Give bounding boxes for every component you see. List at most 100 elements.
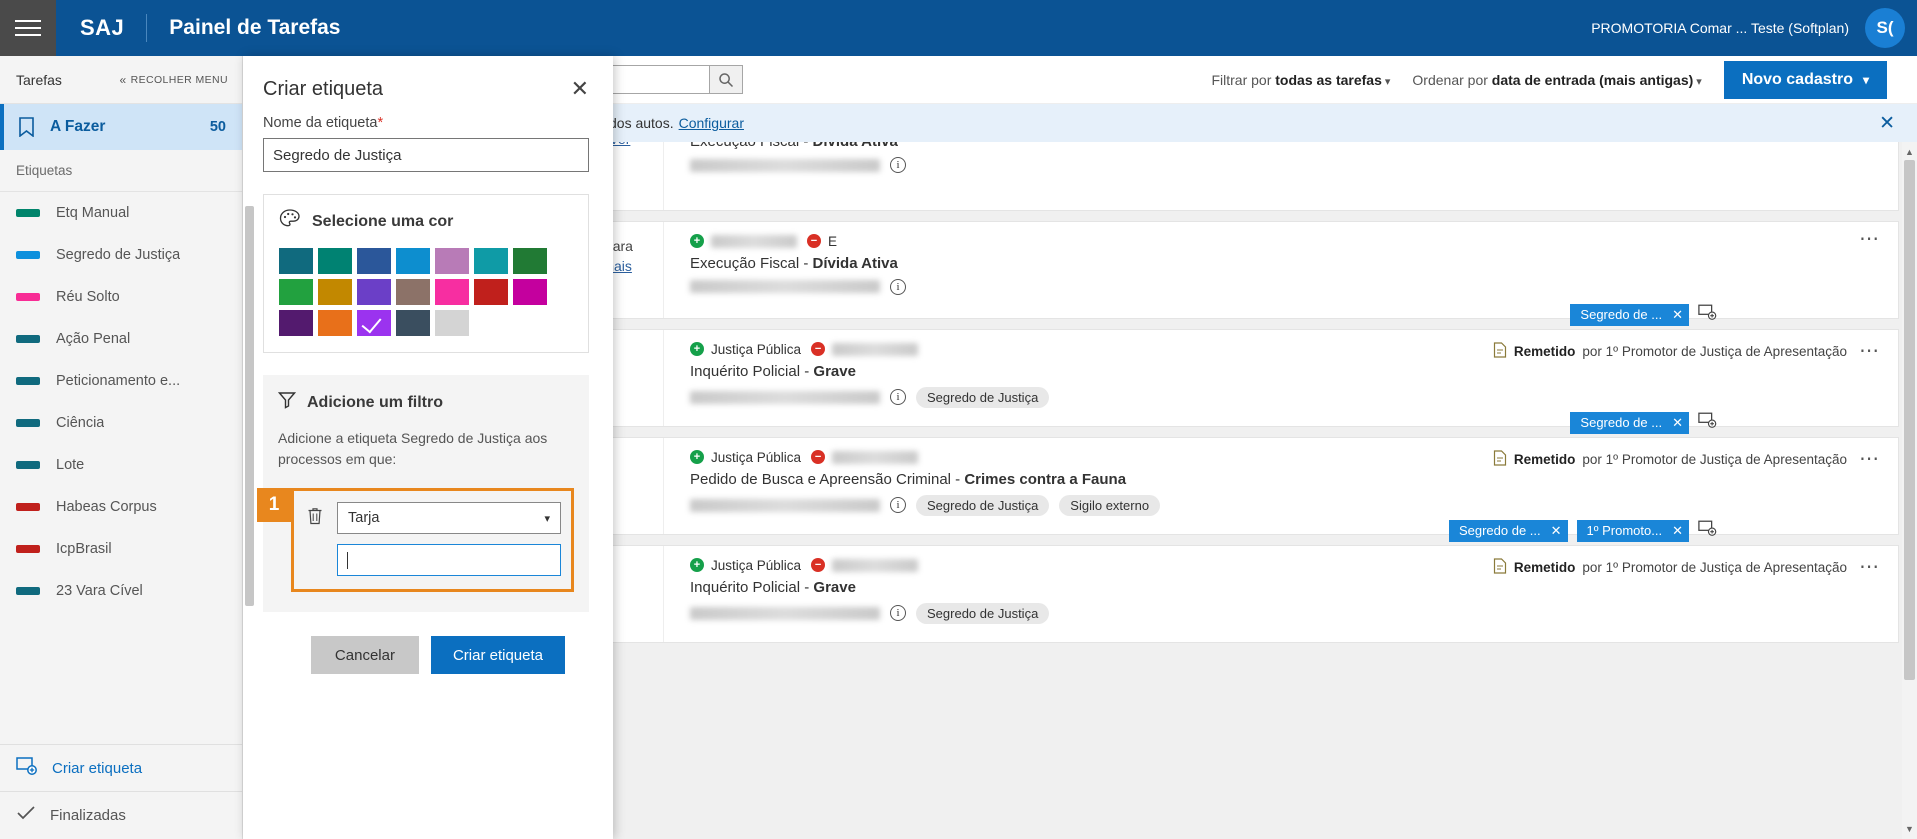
- sort-prefix-label: Ordenar por: [1412, 72, 1491, 88]
- color-swatch[interactable]: [435, 310, 469, 336]
- tag-color-swatch: [16, 335, 40, 343]
- sidebar-tag-item[interactable]: Ciência: [0, 402, 242, 444]
- close-icon[interactable]: ✕: [1672, 307, 1683, 323]
- party-name-redacted: [832, 343, 918, 356]
- color-swatch[interactable]: [513, 248, 547, 274]
- sidebar-item-todo[interactable]: A Fazer 50: [0, 104, 242, 150]
- tag-chip[interactable]: Segredo de ...✕: [1570, 412, 1689, 434]
- trash-icon[interactable]: [307, 507, 325, 530]
- plus-circle-icon: +: [690, 342, 704, 356]
- color-swatch[interactable]: [318, 248, 352, 274]
- color-swatch[interactable]: [357, 279, 391, 305]
- document-icon: [1493, 342, 1507, 361]
- scrollbar-thumb[interactable]: [1904, 160, 1915, 680]
- color-swatch[interactable]: [279, 310, 313, 336]
- tag-color-swatch: [16, 209, 40, 217]
- top-bar: SAJ Painel de Tarefas PROMOTORIA Comar .…: [0, 0, 1917, 56]
- more-options-icon[interactable]: ⋯: [1859, 562, 1880, 572]
- close-icon[interactable]: ✕: [1879, 112, 1895, 135]
- task-meta-row: ⋯: [1859, 234, 1880, 244]
- color-swatch[interactable]: [396, 248, 430, 274]
- info-icon[interactable]: i: [890, 279, 906, 295]
- sidebar-tag-item[interactable]: IcpBrasil: [0, 528, 242, 570]
- vertical-scrollbar[interactable]: ▲ ▼: [1902, 142, 1917, 839]
- label-name-input[interactable]: [263, 138, 589, 172]
- info-icon[interactable]: i: [890, 389, 906, 405]
- tag-chip[interactable]: Segredo de ...✕: [1570, 304, 1689, 326]
- color-swatch[interactable]: [357, 248, 391, 274]
- more-options-icon[interactable]: ⋯: [1859, 234, 1880, 244]
- color-swatch[interactable]: [474, 279, 508, 305]
- sidebar-tag-item[interactable]: Segredo de Justiça: [0, 234, 242, 276]
- filter-field-select[interactable]: Tarja ▾: [337, 502, 561, 534]
- close-icon[interactable]: ✕: [1672, 523, 1683, 539]
- hamburger-menu-icon[interactable]: [0, 0, 56, 56]
- add-tag-icon[interactable]: [1698, 412, 1718, 434]
- check-icon: [16, 805, 36, 826]
- sidebar-tag-item[interactable]: 23 Vara Cível: [0, 570, 242, 612]
- tag-color-swatch: [16, 419, 40, 427]
- status-badge: Segredo de Justiça: [916, 603, 1049, 624]
- required-asterisk: *: [377, 115, 383, 131]
- scroll-down-icon[interactable]: ▼: [1902, 821, 1917, 837]
- filter-row-top: Tarja ▾: [307, 502, 561, 534]
- sidebar-tag-item[interactable]: Ação Penal: [0, 318, 242, 360]
- party-entry: +Justiça Pública: [690, 342, 801, 357]
- filter-value-input[interactable]: [337, 544, 561, 576]
- tag-chip[interactable]: Segredo de ...✕: [1449, 520, 1568, 542]
- avatar[interactable]: S(: [1865, 8, 1905, 48]
- add-tag-icon[interactable]: [1698, 520, 1718, 542]
- close-icon[interactable]: ✕: [1551, 523, 1562, 539]
- sidebar-tag-item[interactable]: Habeas Corpus: [0, 486, 242, 528]
- color-swatch[interactable]: [396, 310, 430, 336]
- close-icon[interactable]: ✕: [571, 78, 589, 100]
- color-swatch[interactable]: [279, 248, 313, 274]
- task-meta-row: Remetido por 1º Promotor de Justiça de A…: [1493, 558, 1880, 577]
- info-icon[interactable]: i: [890, 497, 906, 513]
- process-number-redacted: [690, 607, 880, 620]
- user-name-label[interactable]: PROMOTORIA Comar ... Teste (Softplan): [1591, 20, 1865, 36]
- sidebar-tag-label: Lote: [56, 457, 84, 473]
- tag-color-swatch: [16, 587, 40, 595]
- filter-dropdown[interactable]: Filtrar por todas as tarefas▾: [1211, 72, 1390, 88]
- notice-configure-link[interactable]: Configurar: [679, 115, 744, 131]
- sort-dropdown[interactable]: Ordenar por data de entrada (mais antiga…: [1412, 72, 1701, 88]
- task-class-detail: Dívida Ativa: [813, 142, 898, 150]
- add-tag-icon[interactable]: [1698, 304, 1718, 326]
- sidebar-tag-item[interactable]: Peticionamento e...: [0, 360, 242, 402]
- color-swatch[interactable]: [318, 279, 352, 305]
- color-swatch[interactable]: [357, 310, 391, 336]
- color-swatch[interactable]: [435, 279, 469, 305]
- sidebar-tag-item[interactable]: Etq Manual: [0, 192, 242, 234]
- more-options-icon[interactable]: ⋯: [1859, 346, 1880, 356]
- scroll-up-icon[interactable]: ▲: [1902, 144, 1917, 160]
- color-swatch[interactable]: [435, 248, 469, 274]
- color-swatch[interactable]: [279, 279, 313, 305]
- task-class: Pedido de Busca e Apreensão Criminal - C…: [690, 471, 1880, 488]
- create-label-button[interactable]: Criar etiqueta: [431, 636, 565, 674]
- collapse-menu-button[interactable]: « RECOLHER MENU: [120, 73, 228, 87]
- tag-chip[interactable]: 1º Promoto...✕: [1577, 520, 1689, 542]
- tag-color-swatch: [16, 377, 40, 385]
- close-icon[interactable]: ✕: [1672, 415, 1683, 431]
- sidebar-item-criar-etiqueta[interactable]: Criar etiqueta: [0, 744, 242, 792]
- party-entry: −E: [807, 234, 837, 249]
- color-swatch[interactable]: [318, 310, 352, 336]
- sidebar-tag-label: Ação Penal: [56, 331, 130, 347]
- more-options-icon[interactable]: ⋯: [1859, 454, 1880, 464]
- color-swatch[interactable]: [474, 248, 508, 274]
- modal-scrollbar[interactable]: [245, 206, 254, 606]
- search-icon[interactable]: [709, 65, 743, 94]
- sidebar-tag-item[interactable]: Lote: [0, 444, 242, 486]
- tag-color-swatch: [16, 293, 40, 301]
- color-swatch[interactable]: [513, 279, 547, 305]
- novo-cadastro-button[interactable]: Novo cadastro ▾: [1724, 61, 1887, 99]
- color-swatch[interactable]: [396, 279, 430, 305]
- status-badge: Sigilo externo: [1059, 495, 1160, 516]
- sidebar-tag-item[interactable]: Réu Solto: [0, 276, 242, 318]
- sidebar-item-finalizadas[interactable]: Finalizadas: [0, 792, 242, 839]
- info-icon[interactable]: i: [890, 157, 906, 173]
- info-icon[interactable]: i: [890, 605, 906, 621]
- cancel-button[interactable]: Cancelar: [311, 636, 419, 674]
- process-number-redacted: [690, 280, 880, 293]
